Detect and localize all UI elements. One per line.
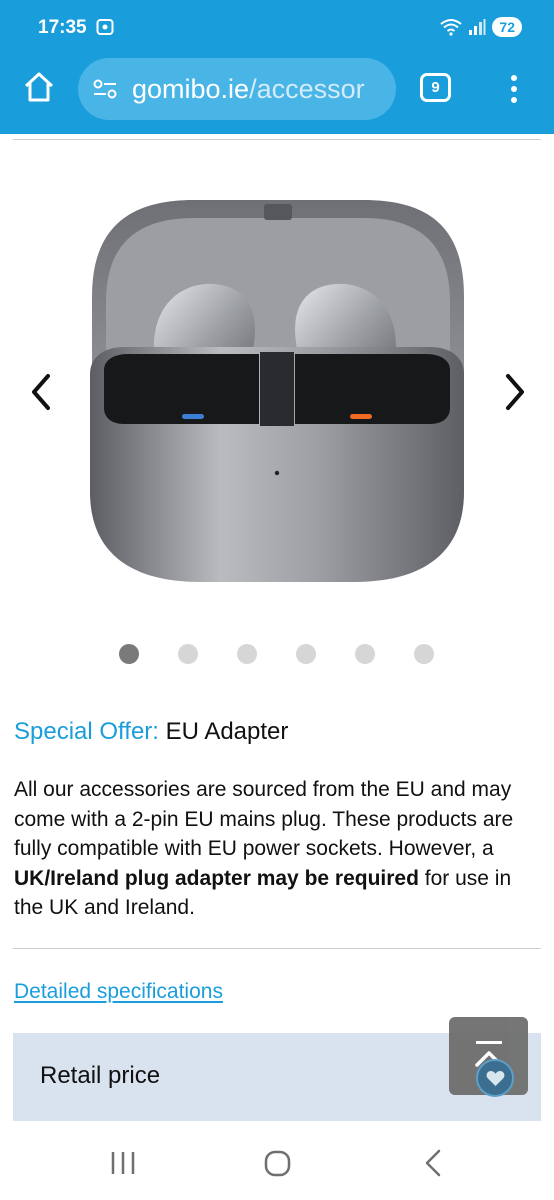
site-settings-icon[interactable] [92,78,118,100]
product-image[interactable] [84,192,470,592]
gallery-dot[interactable] [119,644,139,664]
wishlist-button[interactable] [476,1059,514,1097]
offer-value: EU Adapter [158,718,289,745]
gallery-dot[interactable] [296,644,316,664]
chevron-right-icon[interactable] [498,370,532,414]
divider [13,948,541,949]
divider [13,139,541,140]
tab-count: 9 [431,79,440,96]
browser-header: 17:35 72 gomibo.ie/accessor 9 [0,0,554,134]
tabs-icon[interactable]: 9 [420,73,451,102]
home-nav-icon[interactable] [264,1150,291,1177]
signal-icon [469,19,486,35]
chevron-left-icon[interactable] [24,370,58,414]
special-offer: Special Offer: EU Adapter [14,716,288,748]
gallery-dot[interactable] [355,644,375,664]
address-bar[interactable]: gomibo.ie/accessor [78,58,396,120]
wifi-icon [440,19,463,36]
url-text[interactable]: gomibo.ie/accessor [132,72,390,106]
gallery-dot[interactable] [414,644,434,664]
url-domain: gomibo.ie [132,74,250,104]
recent-apps-icon[interactable] [110,1150,136,1176]
heart-icon [486,1070,505,1087]
home-icon[interactable] [22,70,56,104]
browser-toolbar: gomibo.ie/accessor 9 [0,56,554,122]
more-vert-icon[interactable] [505,72,523,104]
gallery-dot[interactable] [178,644,198,664]
detailed-specifications-link[interactable]: Detailed specifications [14,978,223,1006]
status-indicators: 72 [440,16,522,38]
notice-bold-text: UK/Ireland plug adapter may be required [14,866,419,890]
retail-price-label: Retail price [40,1062,161,1089]
status-bar: 17:35 72 [0,0,554,56]
back-nav-icon[interactable] [424,1149,442,1177]
offer-label: Special Offer: [14,718,159,745]
system-navigation-bar [0,1128,554,1200]
adapter-notice: All our accessories are sourced from the… [14,775,542,923]
battery-icon: 72 [492,17,522,37]
url-path: /accessor [249,74,365,104]
gallery-dot[interactable] [237,644,257,664]
screen-record-icon [96,19,114,35]
status-time: 17:35 [38,17,87,38]
notice-text: All our accessories are sourced from the… [14,778,514,860]
